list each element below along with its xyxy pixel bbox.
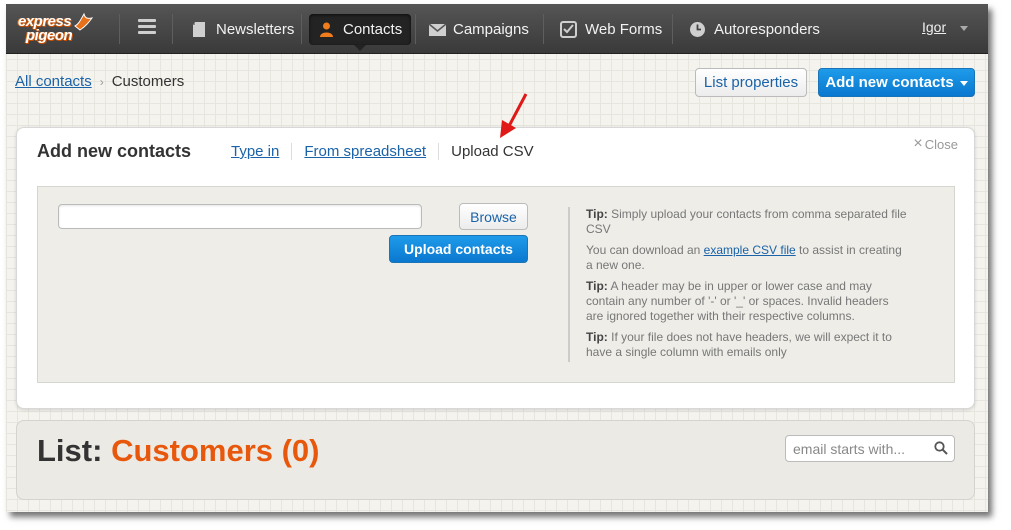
newsletter-icon (191, 21, 208, 38)
add-method-tabs: Type in From spreadsheet Upload CSV (231, 143, 546, 160)
nav-contacts[interactable]: Contacts (309, 14, 412, 51)
logo[interactable]: express pigeon (16, 10, 96, 48)
tip-csv: Tip: Simply upload your contacts from co… (586, 207, 907, 236)
search-icon[interactable] (934, 441, 948, 455)
nav-divider (672, 14, 673, 44)
nav-divider (415, 14, 416, 44)
breadcrumb: All contacts › Customers (15, 73, 184, 90)
menu-icon[interactable] (138, 19, 156, 37)
nav-divider (301, 14, 302, 44)
nav-web-forms[interactable]: Web Forms (551, 14, 671, 45)
nav-divider (543, 14, 544, 44)
checkbox-icon (560, 21, 577, 38)
nav-campaigns[interactable]: Campaigns (419, 14, 538, 45)
nav-autoresponders[interactable]: Autoresponders (680, 14, 829, 45)
tab-upload-csv[interactable]: Upload CSV (438, 143, 546, 160)
browse-button[interactable]: Browse (459, 203, 528, 230)
add-new-contacts-button[interactable]: Add new contacts (818, 68, 975, 97)
breadcrumb-all-contacts[interactable]: All contacts (15, 73, 92, 90)
tab-type-in[interactable]: Type in (231, 143, 291, 160)
list-panel: List: Customers (0) email starts with... (16, 420, 975, 500)
tip-no-header: Tip: If your file does not have headers,… (586, 330, 892, 359)
pigeon-icon (74, 12, 94, 31)
nav-divider (119, 14, 120, 44)
upload-contacts-button[interactable]: Upload contacts (389, 235, 528, 263)
panel-title: Add new contacts (37, 141, 192, 161)
close-button[interactable]: × Close (913, 136, 958, 152)
clock-icon (689, 21, 706, 38)
list-properties-button[interactable]: List properties (695, 68, 807, 97)
upload-area: Browse Upload contacts Tip: Simply uploa… (37, 186, 955, 383)
caret-down-icon (959, 81, 968, 86)
add-contacts-panel: Add new contacts Type in From spreadshee… (16, 127, 975, 409)
tip-header: Tip: A header may be in upper or lower c… (586, 279, 889, 323)
top-nav: express pigeon Newsletters Contacts Camp… (6, 4, 988, 54)
tip-example: You can download an example CSV file to … (586, 243, 902, 272)
nav-newsletters[interactable]: Newsletters (182, 14, 303, 45)
file-path-input[interactable] (58, 204, 422, 229)
tips-section: Tip: Simply upload your contacts from co… (568, 207, 908, 362)
nav-divider (172, 14, 173, 44)
list-name: Customers (0) (111, 433, 320, 468)
breadcrumb-current: Customers (111, 73, 185, 90)
tab-from-spreadsheet[interactable]: From spreadsheet (291, 143, 438, 160)
example-csv-link[interactable]: example CSV file (704, 243, 796, 257)
chevron-down-icon[interactable] (960, 26, 968, 31)
email-search-input[interactable]: email starts with... (785, 435, 955, 462)
breadcrumb-separator-icon: › (99, 74, 104, 89)
annotation-arrow-icon (500, 93, 528, 138)
envelope-icon (428, 21, 447, 38)
close-icon: × (913, 135, 923, 152)
app-window: express pigeon Newsletters Contacts Camp… (6, 4, 988, 512)
user-menu[interactable]: Igor (922, 19, 946, 35)
person-icon (318, 21, 335, 38)
list-title: List: Customers (0) (37, 433, 320, 468)
